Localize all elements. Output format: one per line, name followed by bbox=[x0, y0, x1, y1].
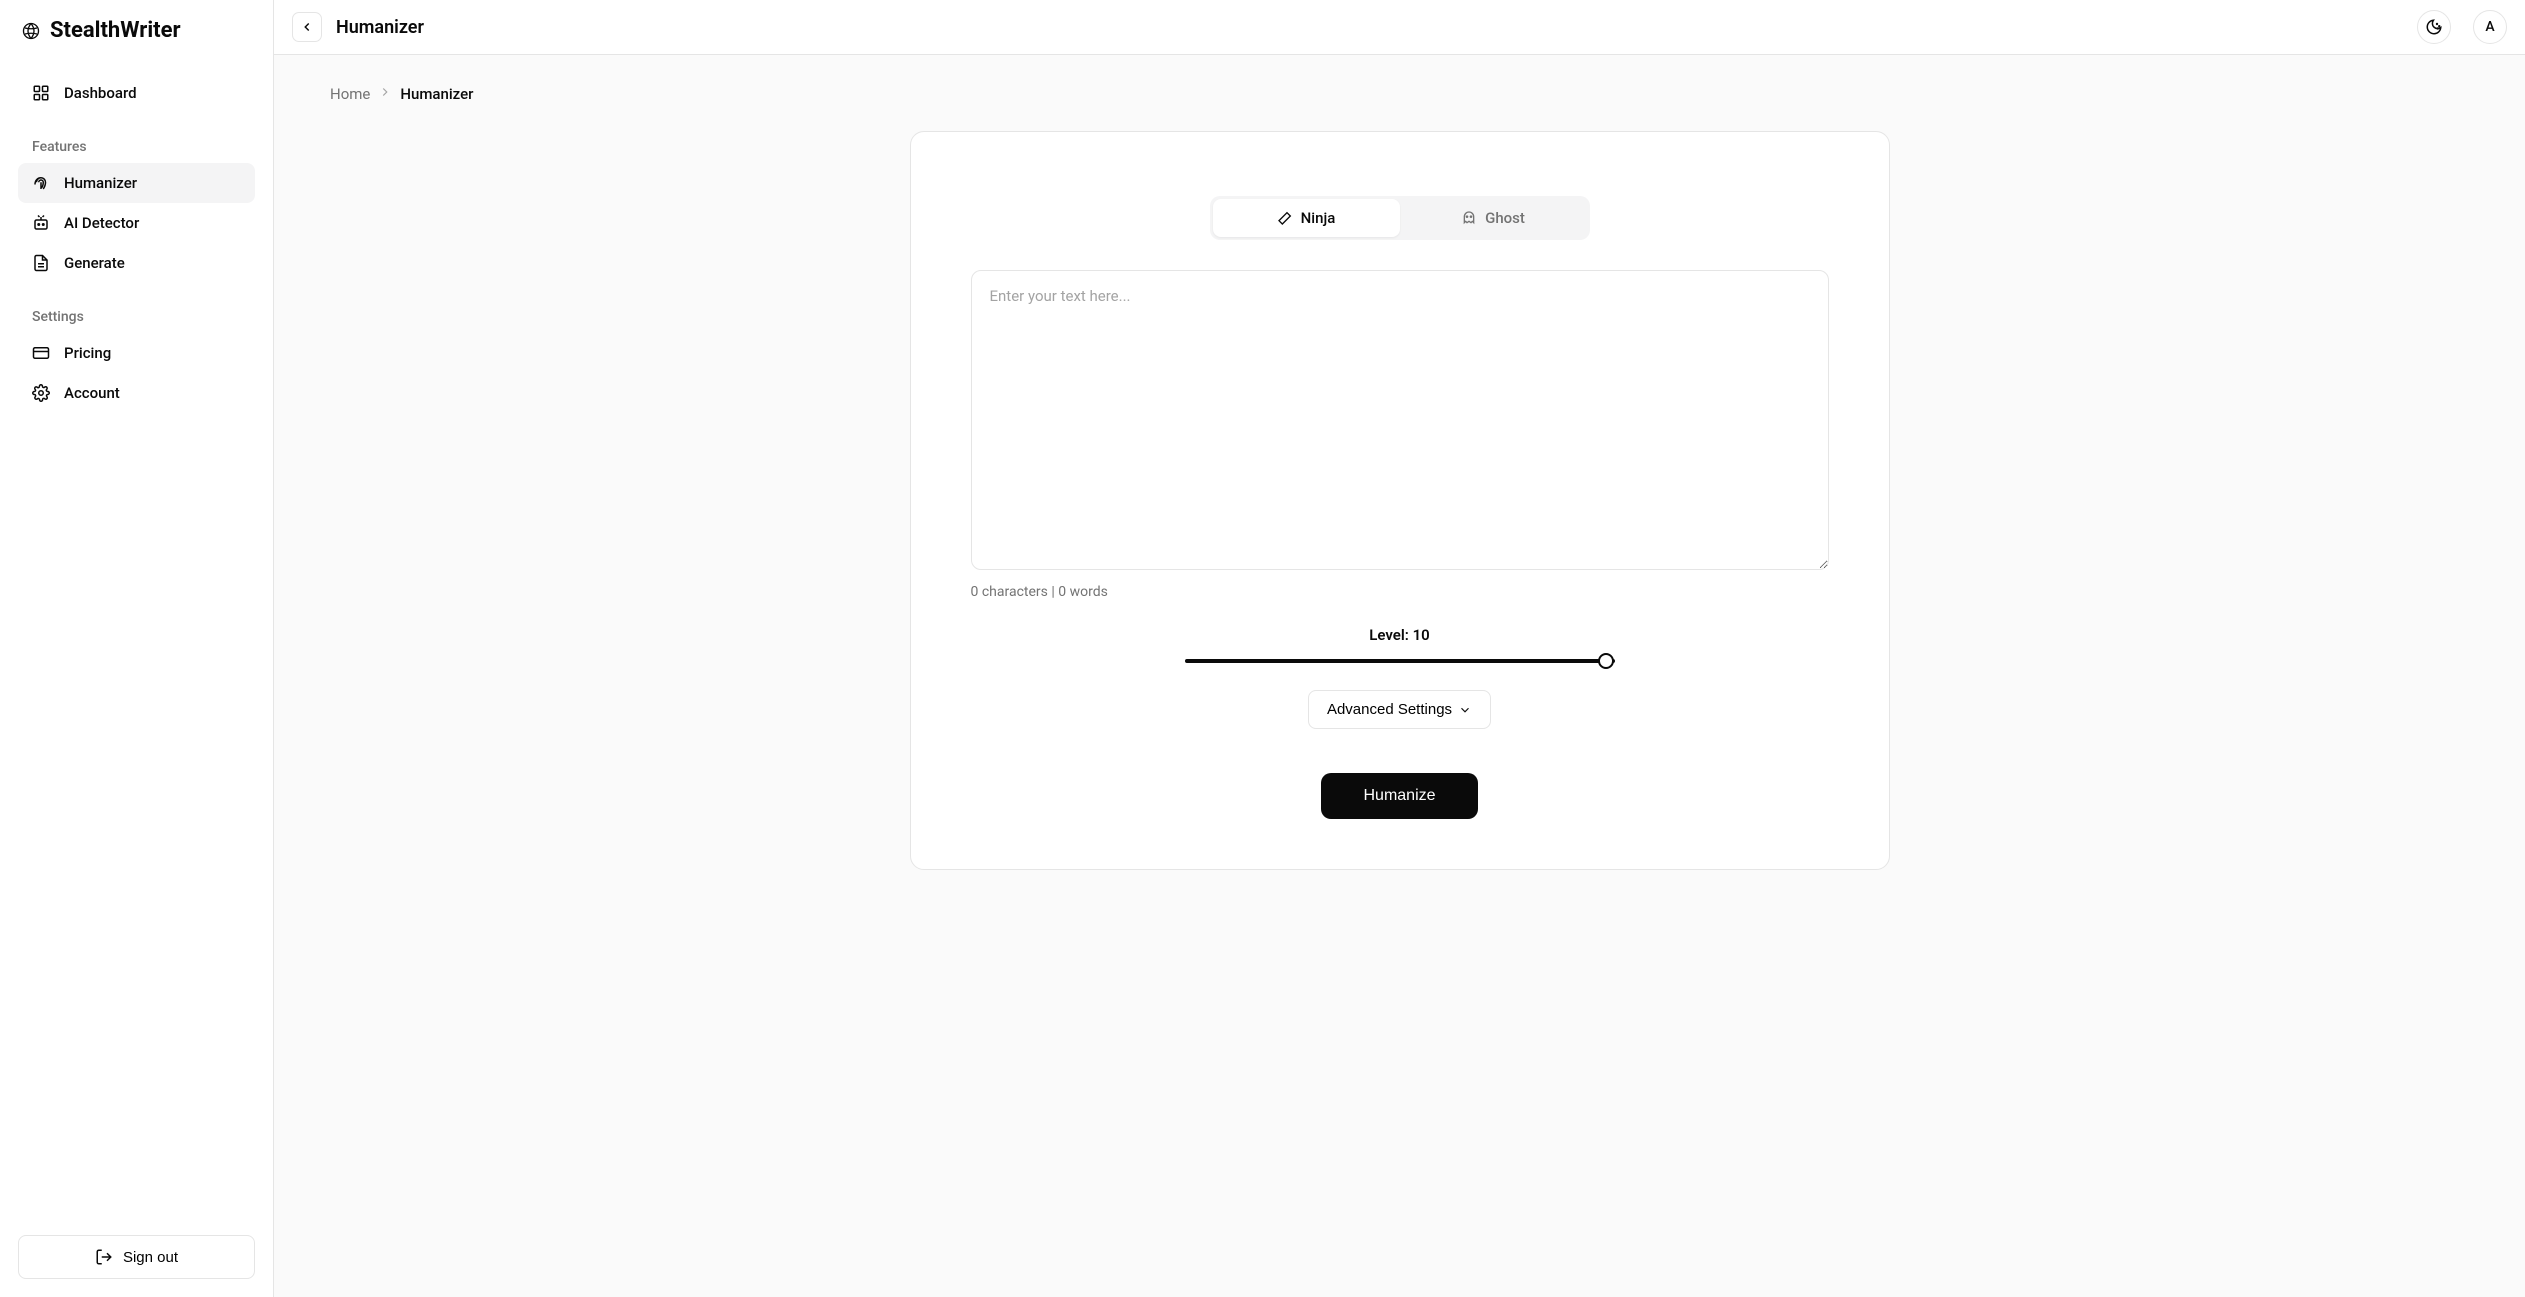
tab-ghost[interactable]: Ghost bbox=[1400, 199, 1587, 237]
sidebar-item-humanizer[interactable]: Humanizer bbox=[18, 163, 255, 203]
breadcrumb-home[interactable]: Home bbox=[330, 85, 370, 103]
tab-label: Ghost bbox=[1485, 209, 1525, 227]
editor-card: Ninja Ghost 0 characters | 0 words Level… bbox=[910, 131, 1890, 870]
advanced-settings-label: Advanced Settings bbox=[1327, 701, 1452, 718]
sidebar-item-account[interactable]: Account bbox=[18, 373, 255, 413]
sidebar-item-generate[interactable]: Generate bbox=[18, 243, 255, 283]
level-label: Level: 10 bbox=[971, 626, 1829, 644]
sign-out-label: Sign out bbox=[123, 1249, 178, 1266]
level-slider[interactable] bbox=[1185, 654, 1615, 668]
tab-ninja[interactable]: Ninja bbox=[1213, 199, 1400, 237]
header: Humanizer A bbox=[274, 0, 2525, 55]
sidebar: StealthWriter Dashboard Features Humaniz… bbox=[0, 0, 274, 1297]
tab-label: Ninja bbox=[1301, 209, 1336, 227]
sidebar-item-label: Generate bbox=[64, 254, 125, 272]
breadcrumb-current: Humanizer bbox=[400, 85, 473, 103]
sign-out-button[interactable]: Sign out bbox=[18, 1235, 255, 1279]
fingerprint-icon bbox=[32, 174, 50, 192]
theme-toggle-button[interactable] bbox=[2417, 10, 2451, 44]
dashboard-icon bbox=[32, 84, 50, 102]
sidebar-item-label: AI Detector bbox=[64, 214, 139, 232]
sidebar-heading-features: Features bbox=[18, 131, 255, 163]
credit-card-icon bbox=[32, 344, 50, 362]
breadcrumb: Home Humanizer bbox=[330, 85, 2469, 103]
character-word-count: 0 characters | 0 words bbox=[971, 584, 1829, 600]
chevron-right-icon bbox=[378, 85, 392, 103]
avatar-initial: A bbox=[2485, 19, 2494, 35]
sidebar-item-label: Account bbox=[64, 384, 120, 402]
wand-icon bbox=[1277, 210, 1293, 226]
sidebar-item-dashboard[interactable]: Dashboard bbox=[18, 73, 255, 113]
avatar[interactable]: A bbox=[2473, 10, 2507, 44]
page-title: Humanizer bbox=[336, 17, 424, 38]
bot-icon bbox=[32, 214, 50, 232]
sidebar-item-pricing[interactable]: Pricing bbox=[18, 333, 255, 373]
gear-icon bbox=[32, 384, 50, 402]
advanced-settings-button[interactable]: Advanced Settings bbox=[1308, 690, 1491, 729]
sidebar-item-label: Pricing bbox=[64, 344, 111, 362]
ghost-icon bbox=[1461, 210, 1477, 226]
moon-icon bbox=[2425, 18, 2443, 36]
sidebar-heading-settings: Settings bbox=[18, 301, 255, 333]
logout-icon bbox=[95, 1248, 113, 1266]
humanize-button[interactable]: Humanize bbox=[1321, 773, 1477, 819]
chevron-down-icon bbox=[1458, 703, 1472, 717]
chevron-left-icon bbox=[300, 20, 314, 34]
slider-track bbox=[1185, 659, 1615, 663]
file-icon bbox=[32, 254, 50, 272]
mode-toggle: Ninja Ghost bbox=[1210, 196, 1590, 240]
sidebar-item-label: Humanizer bbox=[64, 174, 137, 192]
sidebar-item-label: Dashboard bbox=[64, 84, 137, 102]
brand-name: StealthWriter bbox=[50, 18, 181, 43]
text-input[interactable] bbox=[971, 270, 1829, 570]
sidebar-item-ai-detector[interactable]: AI Detector bbox=[18, 203, 255, 243]
brand-icon bbox=[22, 22, 40, 40]
slider-thumb[interactable] bbox=[1598, 653, 1614, 669]
brand-logo[interactable]: StealthWriter bbox=[18, 18, 255, 43]
back-button[interactable] bbox=[292, 12, 322, 42]
